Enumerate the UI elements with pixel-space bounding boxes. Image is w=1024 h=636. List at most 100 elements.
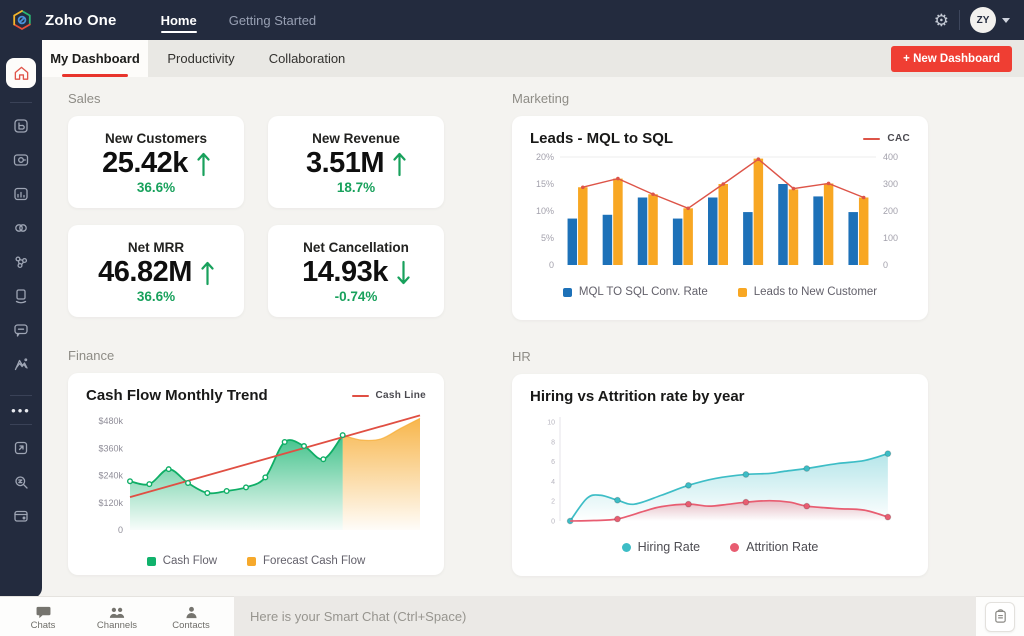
user-menu[interactable]: ZY [970,7,1010,33]
rings-icon [15,224,27,232]
sidebar-item-chat[interactable] [4,313,38,347]
topbar-right: ⚙ ZY [934,7,1024,33]
svg-text:8: 8 [551,439,555,446]
kpi-card-net-mrr[interactable]: Net MRR 46.82M 36.6% [68,225,244,317]
bar-chart-icon [14,187,28,201]
svg-text:20%: 20% [536,152,554,162]
zoho-one-dashboard: Zoho One Home Getting Started ⚙ ZY ••• M… [0,0,1024,636]
chatbar-right [976,596,1024,636]
content-area: My Dashboard Productivity Collaboration … [42,40,1024,596]
svg-text:15%: 15% [536,179,554,189]
chart-title: Hiring vs Attrition rate by year [530,388,745,405]
nav-home[interactable]: Home [160,0,197,40]
kpi-card-net-cancellation[interactable]: Net Cancellation 14.93k -0.74% [268,225,444,317]
legend-attrition-rate[interactable]: Attrition Rate [730,540,818,554]
svg-text:300: 300 [883,179,898,189]
kpi-value: 14.93k [302,256,388,288]
smart-chat-bar: Chats Channels Contacts [0,596,1024,636]
chevron-down-icon [1002,17,1010,23]
tab-productivity[interactable]: Productivity [148,40,254,77]
legend-leads-to-new-customer[interactable]: Leads to New Customer [737,286,877,298]
finance-chart-card[interactable]: Cash Flow Monthly Trend Cash Line 0 $120k… [68,373,444,575]
chat-tabs: Chats Channels Contacts [0,596,234,636]
sidebar-item-reports[interactable] [4,177,38,211]
marketing-chart-canvas[interactable]: 0 5% 10% 15% 20% 0 100 200 300 400 [530,147,910,282]
sales-kpi-grid: New Customers 25.42k 36.6% New Revenue 3… [68,116,444,317]
mountain-icon [14,358,28,371]
svg-text:200: 200 [883,206,898,216]
svg-text:2: 2 [551,499,555,506]
sidebar-item-search[interactable] [4,465,38,499]
tab-my-dashboard[interactable]: My Dashboard [42,40,148,77]
zoho-logo-icon[interactable] [9,7,35,33]
sidebar-divider [10,424,32,425]
kpi-card-new-revenue[interactable]: New Revenue 3.51M 18.7% [268,116,444,208]
hr-chart-card[interactable]: Hiring vs Attrition rate by year 0 2 4 6 8 10… [512,374,928,576]
sign-icon [15,289,27,304]
nav-getting-started[interactable]: Getting Started [229,0,316,40]
hr-chart-canvas[interactable]: 0 2 4 6 8 10 [530,413,910,536]
tab-collaboration[interactable]: Collaboration [254,40,360,77]
legend-cac[interactable]: CAC [863,133,910,144]
section-label-finance: Finance [68,348,115,363]
legend-mql-to-sql[interactable]: MQL TO SQL Conv. Rate [562,286,708,298]
channels-icon [109,607,125,618]
kpi-delta: 18.7% [336,180,376,195]
sidebar-item-sign[interactable] [4,279,38,313]
legend-cash-flow[interactable]: Cash Flow [146,555,217,567]
kpi-title: Net Cancellation [303,240,409,255]
avatar[interactable]: ZY [970,7,996,33]
section-label-hr: HR [512,349,531,364]
chat-tab-contacts[interactable]: Contacts [158,603,224,631]
books-icon [14,119,28,133]
marketing-chart-card[interactable]: Leads - MQL to SQL CAC 0 5% 10% 15% 20% 0 100 2… [512,116,928,320]
legend-hiring-rate[interactable]: Hiring Rate [621,540,700,554]
svg-text:0: 0 [549,260,554,270]
sidebar-item-wallet[interactable] [4,499,38,533]
sidebar-item-share[interactable] [4,245,38,279]
area-chart: 0 $120k $240k $360k $480k [98,414,421,535]
legend-cash-line[interactable]: Cash Line [351,390,427,401]
trend-down-icon [397,260,410,286]
sidebar-more-icon[interactable]: ••• [11,404,31,417]
left-column: Sales New Customers 25.42k 36.6% New Rev… [68,91,444,575]
dashboard-tabbar: My Dashboard Productivity Collaboration … [42,40,1024,77]
svg-text:5%: 5% [541,233,554,243]
sidebar-item-books[interactable] [4,109,38,143]
trend-up-icon [197,151,210,177]
clipboard-button[interactable] [985,601,1015,632]
kpi-delta: -0.74% [334,289,378,304]
wallet-icon [14,510,28,522]
chat-tab-chats[interactable]: Chats [10,603,76,631]
kpi-title: New Revenue [312,131,400,146]
window-arrow-icon [14,441,28,455]
kpi-card-new-customers[interactable]: New Customers 25.42k 36.6% [68,116,244,208]
chart-title: Leads - MQL to SQL [530,130,674,147]
settings-gear-icon[interactable]: ⚙ [934,12,949,29]
chart-title: Cash Flow Monthly Trend [86,387,268,404]
svg-text:4: 4 [551,479,555,486]
svg-text:$120k: $120k [98,498,123,508]
sidebar-item-apps[interactable] [4,431,38,465]
trend-up-icon [201,260,214,286]
sidebar-item-media[interactable] [4,347,38,381]
chat-tab-channels[interactable]: Channels [84,603,150,631]
cash-line-swatch [351,394,369,397]
svg-text:10: 10 [547,419,555,426]
sidebar-item-mail[interactable] [4,143,38,177]
mail-icon [13,154,29,166]
sidebar-item-home[interactable] [6,58,36,88]
legend-forecast-cash-flow[interactable]: Forecast Cash Flow [247,555,365,567]
kpi-delta: 36.6% [136,180,176,195]
svg-text:10%: 10% [536,206,554,216]
finance-chart-canvas[interactable]: 0 $120k $240k $360k $480k [86,404,426,551]
svg-text:0: 0 [118,525,123,535]
svg-text:$240k: $240k [98,471,123,481]
cac-line-swatch [863,137,881,140]
new-dashboard-button[interactable]: + New Dashboard [891,45,1012,72]
kpi-value: 25.42k [102,147,188,179]
section-label-sales: Sales [68,91,101,106]
smart-chat-input[interactable] [250,608,904,624]
smart-chat-input-wrap [234,596,976,636]
sidebar-item-connect[interactable] [4,211,38,245]
